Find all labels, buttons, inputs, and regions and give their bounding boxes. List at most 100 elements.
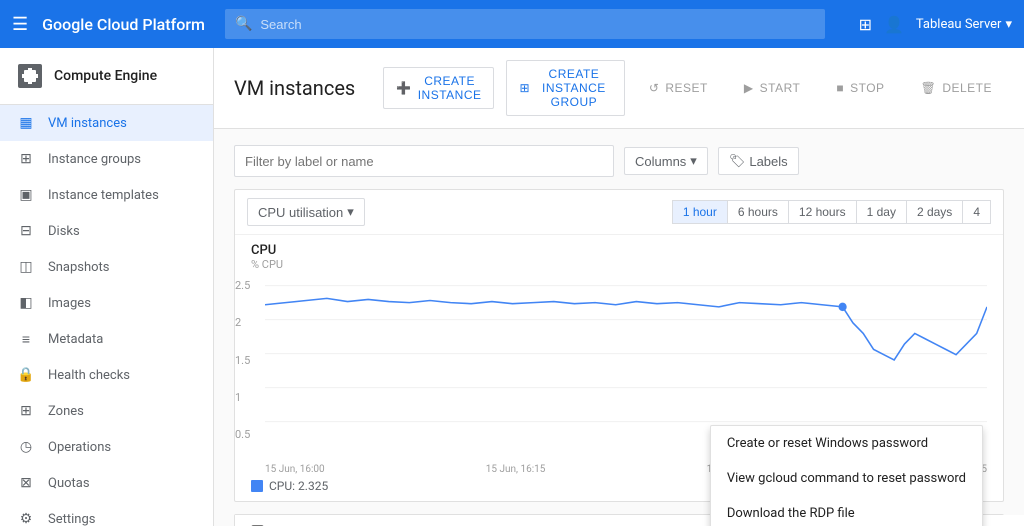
- metadata-icon: ≡: [16, 329, 36, 349]
- sidebar-item-quotas[interactable]: ⊠ Quotas: [0, 465, 213, 501]
- settings-icon: ⚙: [16, 509, 36, 526]
- delete-button[interactable]: 🗑 DELETE: [909, 75, 1004, 101]
- sidebar-label-templates: Instance templates: [48, 188, 159, 203]
- legend-color-dot: [251, 480, 263, 492]
- disks-icon: ⊟: [16, 221, 36, 241]
- vm-icon: ▦: [16, 113, 36, 133]
- chart-filter-button[interactable]: CPU utilisation ▾: [247, 198, 365, 226]
- sidebar-item-vm-instances[interactable]: ▦ VM instances: [0, 105, 213, 141]
- menu-icon[interactable]: ☰: [12, 14, 28, 35]
- cpu-chart: [265, 275, 987, 445]
- time-1day[interactable]: 1 day: [856, 200, 906, 224]
- snapshots-icon: ◫: [16, 257, 36, 277]
- chart-svg-container: [265, 275, 987, 445]
- time-1hour[interactable]: 1 hour: [672, 200, 727, 224]
- account-button[interactable]: Tableau Server ▾: [916, 17, 1012, 32]
- sidebar-item-settings[interactable]: ⚙ Settings: [0, 501, 213, 526]
- sidebar-header: Compute Engine: [0, 48, 213, 105]
- search-input[interactable]: [260, 17, 815, 32]
- start-button[interactable]: ▶ START: [732, 75, 812, 101]
- chart-title: CPU: [235, 235, 1003, 258]
- create-group-label: CREATE INSTANCE GROUP: [536, 67, 612, 109]
- inuse-column-header: In use by: [616, 515, 696, 526]
- labels-label: Labels: [749, 154, 787, 169]
- create-instance-group-button[interactable]: ⊞ CREATE INSTANCE GROUP: [506, 60, 624, 116]
- sidebar-label-quotas: Quotas: [48, 476, 90, 491]
- search-icon: 🔍: [235, 16, 252, 32]
- sidebar-label-metadata: Metadata: [48, 332, 103, 347]
- sidebar-label-vm: VM instances: [48, 116, 127, 131]
- network-column-header: Network: [539, 515, 616, 526]
- topbar-right: ⊞ 👤 Tableau Server ▾: [859, 15, 1012, 34]
- columns-dropdown-icon: ▾: [690, 153, 697, 169]
- content-header: VM instances ➕ CREATE INSTANCE ⊞ CREATE …: [214, 48, 1024, 129]
- sidebar-label-settings: Settings: [48, 512, 95, 526]
- sidebar-item-zones[interactable]: ⊞ Zones: [0, 393, 213, 429]
- legend-label: CPU: 2.325: [269, 479, 328, 493]
- context-menu-item-3[interactable]: Download the RDP file: [711, 496, 982, 526]
- account-name: Tableau Server: [916, 17, 1002, 32]
- create-group-icon: ⊞: [519, 81, 530, 95]
- labels-button[interactable]: 🏷 Labels: [718, 147, 799, 175]
- sidebar-item-metadata[interactable]: ≡ Metadata: [0, 321, 213, 357]
- time-4[interactable]: 4: [962, 200, 991, 224]
- sidebar-item-instance-templates[interactable]: ▣ Instance templates: [0, 177, 213, 213]
- chart-filter-icon: ▾: [347, 204, 354, 220]
- chart-subtitle: % CPU: [235, 258, 1003, 275]
- context-menu-item-1[interactable]: Create or reset Windows password: [711, 426, 982, 461]
- sidebar-item-instance-groups[interactable]: ⊞ Instance groups: [0, 141, 213, 177]
- groups-icon: ⊞: [16, 149, 36, 169]
- sidebar-item-snapshots[interactable]: ◫ Snapshots: [0, 249, 213, 285]
- templates-icon: ▣: [16, 185, 36, 205]
- quotas-icon: ⊠: [16, 473, 36, 493]
- sidebar-item-operations[interactable]: ◷ Operations: [0, 429, 213, 465]
- time-12hours[interactable]: 12 hours: [788, 200, 856, 224]
- health-icon: 🔒: [16, 365, 36, 385]
- sidebar-label-health: Health checks: [48, 368, 130, 383]
- reset-icon: ↺: [649, 81, 660, 95]
- start-icon: ▶: [744, 81, 754, 95]
- user-icon[interactable]: 👤: [884, 15, 904, 34]
- time-2days[interactable]: 2 days: [906, 200, 962, 224]
- reset-button[interactable]: ↺ RESET: [637, 75, 720, 101]
- filter-input[interactable]: [234, 145, 614, 177]
- y-axis: 2.5 2 1.5 1 0.5: [235, 275, 250, 445]
- app-logo: Google Cloud Platform: [42, 15, 205, 34]
- zones-icon: ⊞: [16, 401, 36, 421]
- filter-toolbar: Columns ▾ 🏷 Labels: [234, 145, 1004, 177]
- context-menu-item-2[interactable]: View gcloud command to reset password: [711, 461, 982, 496]
- delete-label: DELETE: [942, 81, 992, 95]
- name-column-header[interactable]: Name ↑: [280, 515, 417, 526]
- select-all-col: [235, 515, 280, 526]
- sidebar-item-disks[interactable]: ⊟ Disks: [0, 213, 213, 249]
- chart-toolbar: CPU utilisation ▾ 1 hour 6 hours 12 hour…: [235, 190, 1003, 235]
- sidebar-title: Compute Engine: [54, 68, 157, 84]
- zone-column-header: Zone: [417, 515, 538, 526]
- sidebar-label-operations: Operations: [48, 440, 111, 455]
- create-instance-button[interactable]: ➕ CREATE INSTANCE: [383, 67, 494, 109]
- sidebar-label-images: Images: [48, 296, 91, 311]
- context-menu: Create or reset Windows password View gc…: [710, 425, 983, 526]
- columns-button[interactable]: Columns ▾: [624, 147, 708, 175]
- table-section: Name ↑ Zone Network In use by Internal I…: [234, 514, 1004, 526]
- time-range-selector: 1 hour 6 hours 12 hours 1 day 2 days 4: [672, 200, 991, 224]
- sidebar-label-disks: Disks: [48, 224, 80, 239]
- sidebar-item-images[interactable]: ◧ Images: [0, 285, 213, 321]
- chart-filter-label: CPU utilisation: [258, 205, 343, 220]
- stop-button[interactable]: ■ STOP: [824, 75, 896, 101]
- stop-icon: ■: [836, 81, 844, 95]
- apps-icon[interactable]: ⊞: [859, 15, 872, 34]
- images-icon: ◧: [16, 293, 36, 313]
- account-dropdown-icon: ▾: [1005, 17, 1012, 32]
- sidebar: Compute Engine ▦ VM instances ⊞ Instance…: [0, 48, 214, 526]
- create-instance-icon: ➕: [396, 81, 411, 95]
- create-instance-label: CREATE INSTANCE: [418, 74, 482, 102]
- sidebar-label-snapshots: Snapshots: [48, 260, 110, 275]
- sidebar-label-groups: Instance groups: [48, 152, 141, 167]
- time-6hours[interactable]: 6 hours: [727, 200, 788, 224]
- start-label: START: [760, 81, 801, 95]
- sidebar-item-health-checks[interactable]: 🔒 Health checks: [0, 357, 213, 393]
- columns-label: Columns: [635, 154, 686, 169]
- x-label-2: 15 Jun, 16:15: [486, 464, 546, 475]
- reset-label: RESET: [665, 81, 708, 95]
